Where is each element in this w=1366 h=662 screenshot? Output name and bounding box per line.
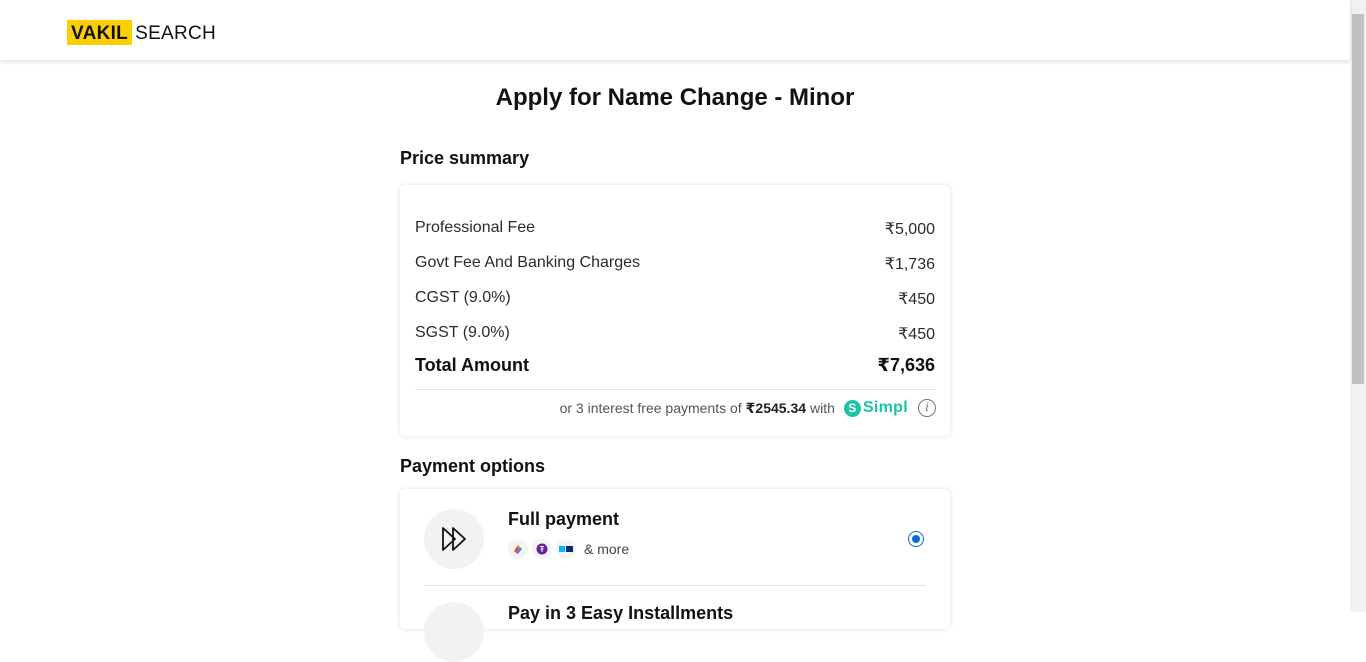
info-icon[interactable]: i (918, 399, 936, 417)
full-payment-title[interactable]: Full payment (508, 509, 619, 530)
price-divider (415, 389, 935, 390)
price-row-value: ₹450 (898, 291, 935, 308)
checkout-main: Apply for Name Change - Minor Price summ… (0, 60, 1350, 662)
price-row-label: CGST (9.0%) (415, 289, 511, 306)
price-row-label: Govt Fee And Banking Charges (415, 254, 641, 271)
page-scrollbar[interactable] (1350, 0, 1366, 612)
fast-forward-icon (424, 509, 484, 569)
price-row-govt-fee: Govt Fee And Banking Charges ₹1,736 (415, 254, 935, 274)
price-row-label: SGST (9.0%) (415, 324, 510, 341)
logo-part-vakil: VAKIL (67, 20, 133, 45)
payment-methods: & more (508, 539, 629, 559)
emi-suffix: with (810, 400, 835, 416)
price-row-label: Professional Fee (415, 219, 536, 236)
emi-prefix: or 3 interest free payments of (559, 400, 742, 416)
gpay-icon (508, 539, 528, 559)
simpl-icon: S (843, 399, 861, 417)
logo-part-search: SEARCH (135, 23, 217, 44)
paytm-icon (556, 539, 576, 559)
price-row-sgst: SGST (9.0%) ₹450 (415, 324, 935, 344)
total-value: ₹7,636 (877, 355, 935, 375)
price-row-cgst: CGST (9.0%) ₹450 (415, 289, 935, 309)
price-row-value: ₹450 (898, 326, 935, 343)
installment-icon (424, 602, 484, 662)
total-label: Total Amount (415, 355, 529, 375)
payment-option-divider (424, 585, 926, 586)
simpl-logo: S Simpl (843, 399, 908, 417)
payment-options-heading: Payment options (400, 456, 546, 476)
phonepe-icon (532, 539, 552, 559)
price-summary-card: Professional Fee ₹5,000 Govt Fee And Ban… (400, 185, 950, 436)
page-title: Apply for Name Change - Minor (495, 84, 855, 111)
simpl-label: Simpl (862, 399, 908, 416)
price-row-total: Total Amount ₹7,636 (415, 355, 935, 376)
emi-amount: ₹2545.34 (745, 399, 807, 416)
payment-options-card: Full payment & more Pay in 3 Easy Instal… (400, 489, 950, 662)
vakilsearch-logo[interactable]: VAKIL SEARCH (67, 20, 216, 45)
scrollbar-thumb[interactable] (1352, 14, 1364, 384)
price-row-professional-fee: Professional Fee ₹5,000 (415, 219, 935, 239)
price-row-value: ₹1,736 (884, 256, 935, 273)
installment-option-title[interactable]: Pay in 3 Easy Installments (508, 603, 733, 624)
top-header: VAKIL SEARCH (0, 0, 1350, 60)
price-summary-heading: Price summary (400, 148, 530, 168)
emi-offer: or 3 interest free payments of ₹2545.34 … (560, 399, 936, 417)
price-row-value: ₹5,000 (884, 221, 935, 238)
more-methods-label: & more (584, 541, 630, 557)
full-payment-radio[interactable] (908, 531, 924, 547)
